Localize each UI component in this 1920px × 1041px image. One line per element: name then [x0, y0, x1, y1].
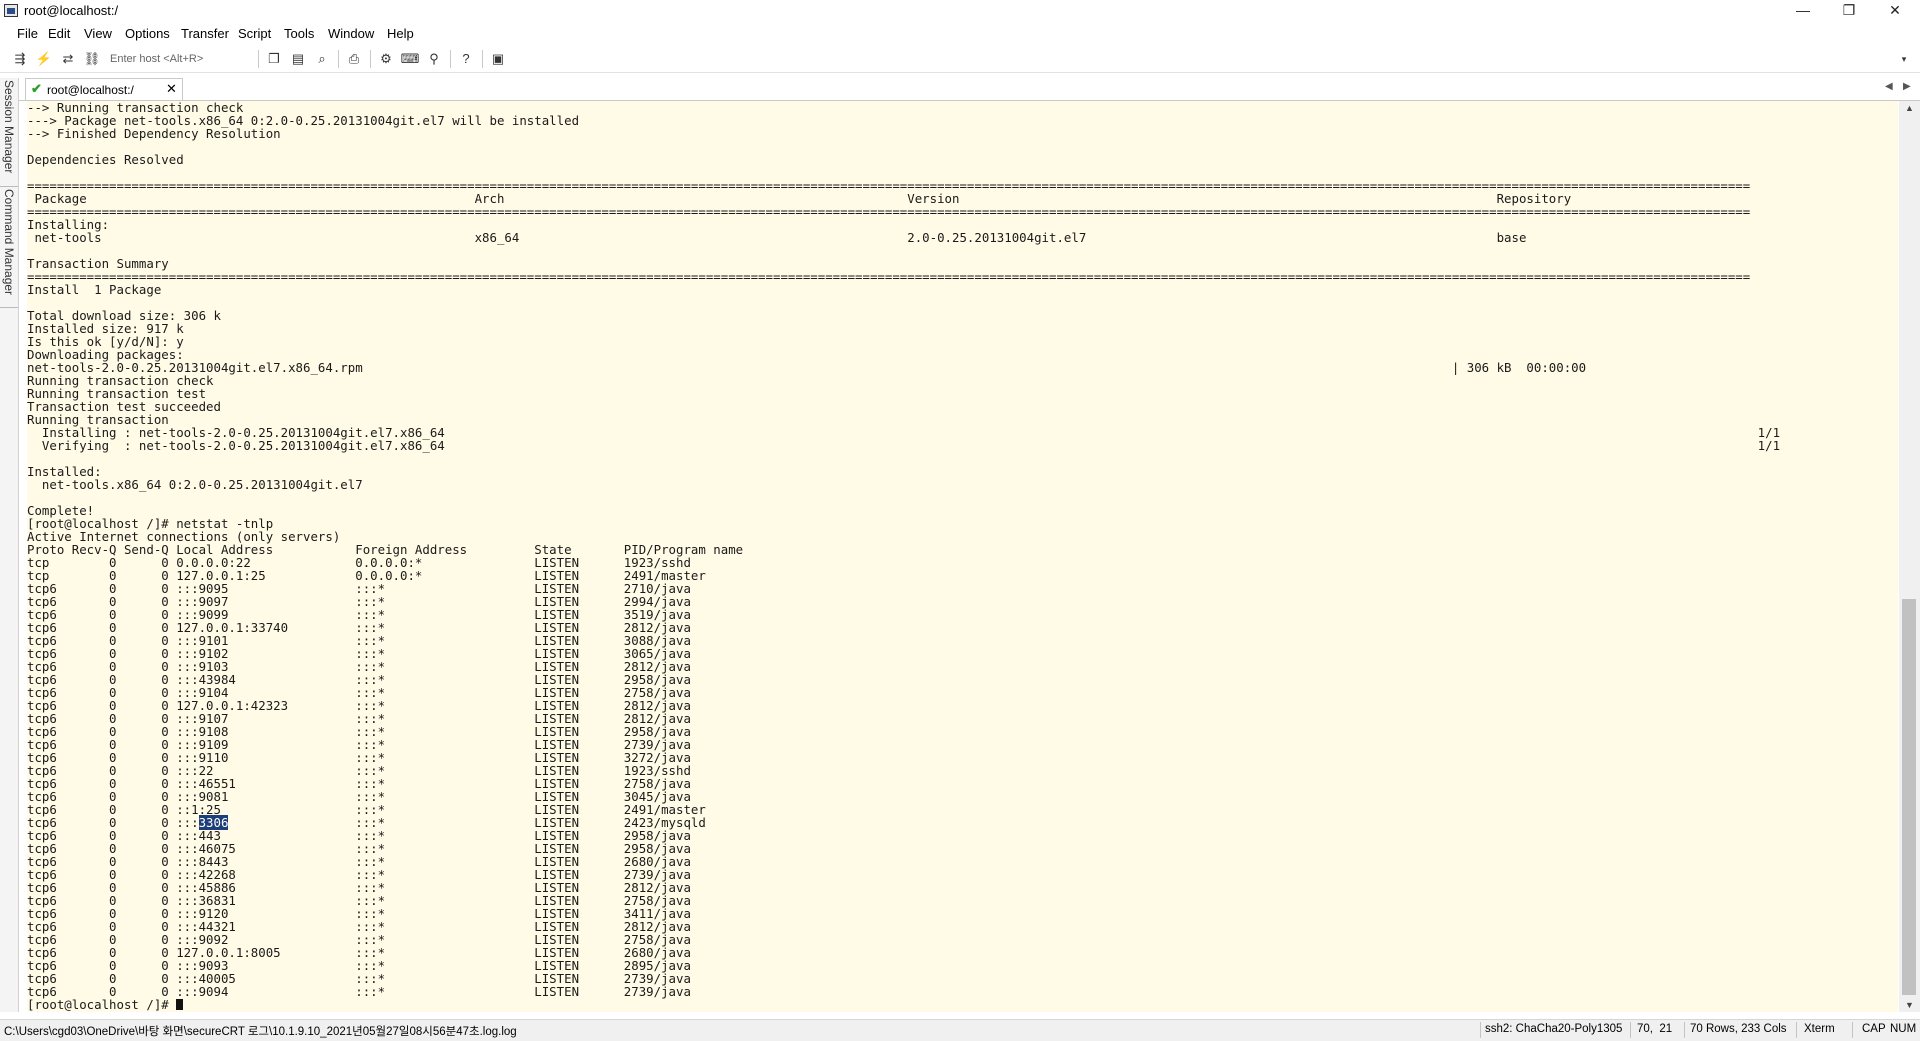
- menu-window[interactable]: Window: [328, 26, 374, 41]
- keymap-icon[interactable]: ⌨: [400, 49, 420, 69]
- status-separator: [1796, 1022, 1797, 1038]
- terminal-cursor: [176, 999, 184, 1010]
- reconnect-icon[interactable]: ⇄: [58, 49, 78, 69]
- terminal-line: tcp6 0 0 :::9094 :::* LISTEN 2739/java: [27, 984, 691, 999]
- terminal-scrollbar[interactable]: ▲ ▼: [1899, 101, 1920, 1012]
- help-icon[interactable]: ?: [456, 49, 476, 69]
- terminal-output: --> Running transaction check ---> Packag…: [27, 101, 1898, 1011]
- toolbar-separator: [482, 50, 483, 68]
- terminal-line: Dependencies Resolved: [27, 152, 184, 167]
- close-button[interactable]: ✕: [1872, 0, 1918, 22]
- terminal-line: Is this ok [y/d/N]: y: [27, 334, 184, 349]
- scroll-up-icon[interactable]: ▲: [1899, 101, 1920, 115]
- command-manager-label: Command Manager: [2, 189, 16, 296]
- session-tab[interactable]: ✔ root@localhost:/ ✕: [25, 78, 183, 100]
- toolbar-separator: [450, 50, 451, 68]
- quick-connect-icon[interactable]: ⚡: [34, 49, 54, 69]
- connect-icon[interactable]: ⇶: [10, 49, 30, 69]
- side-panel: Session Manager Command Manager: [0, 78, 19, 1012]
- scroll-down-icon[interactable]: ▼: [1899, 998, 1920, 1012]
- menu-transfer[interactable]: Transfer: [181, 26, 229, 41]
- tab-scroll-left-icon[interactable]: ◀: [1885, 81, 1893, 92]
- num-indicator: NUM: [1890, 1023, 1917, 1035]
- toolbar-separator: [258, 50, 259, 68]
- terminal-line: net-tools-2.0-0.25.20131004git.el7.x86_6…: [27, 360, 1587, 375]
- paste-icon[interactable]: ▤: [288, 49, 308, 69]
- terminal-text: [root@localhost /]#: [27, 997, 177, 1012]
- terminal-line: Complete!: [27, 503, 95, 518]
- cipher-status: ssh2: ChaCha20-Poly1305: [1485, 1023, 1623, 1035]
- log-path: C:\Users\cgd03\OneDrive\바탕 화면\secureCRT …: [4, 1026, 517, 1038]
- status-separator: [1852, 1022, 1853, 1038]
- terminal-line: [root@localhost /]#: [27, 998, 1898, 1011]
- connected-check-icon: ✔: [31, 81, 42, 96]
- terminal-line: net-tools x86_64 2.0-0.25.20131004git.el…: [27, 230, 1898, 245]
- find-icon[interactable]: ⌕: [312, 49, 332, 69]
- terminal-line: ========================================…: [27, 269, 1751, 284]
- cursor-position: 70, 21: [1637, 1023, 1673, 1035]
- session-manager-label: Session Manager: [2, 80, 16, 174]
- tab-close-icon[interactable]: ✕: [166, 81, 177, 97]
- terminal-line: Install 1 Package: [27, 282, 162, 297]
- tab-scroll-right-icon[interactable]: ▶: [1903, 81, 1911, 92]
- terminal-line: net-tools.x86_64 0:2.0-0.25.20131004git.…: [27, 477, 363, 492]
- status-separator: [1630, 1022, 1631, 1038]
- terminal-screen[interactable]: --> Running transaction check ---> Packag…: [27, 101, 1898, 1012]
- session-tab-label: root@localhost:/: [47, 83, 134, 97]
- settings-icon[interactable]: ⚙: [376, 49, 396, 69]
- session-manager-tab[interactable]: Session Manager: [0, 78, 18, 187]
- screen-icon[interactable]: ▣: [488, 49, 508, 69]
- status-bar: C:\Users\cgd03\OneDrive\바탕 화면\secureCRT …: [0, 1019, 1920, 1041]
- minimize-button[interactable]: —: [1780, 0, 1826, 22]
- terminal-line: Transaction test succeeded: [27, 399, 221, 414]
- menu-file[interactable]: File: [17, 26, 38, 41]
- securecrt-app-icon: [4, 4, 18, 17]
- print-icon[interactable]: ⎙: [344, 49, 364, 69]
- host-input[interactable]: [108, 50, 258, 68]
- disconnect-icon[interactable]: ⛓: [82, 49, 102, 69]
- terminal-line: Running transaction test: [27, 386, 207, 401]
- caps-indicator: CAP: [1862, 1023, 1886, 1035]
- menu-view[interactable]: View: [84, 26, 112, 41]
- session-tab-strip: ✔ root@localhost:/ ✕ ◀ ▶: [19, 78, 1920, 101]
- emulation-mode: Xterm: [1804, 1023, 1835, 1035]
- toolbar: ⇶ ⚡ ⇄ ⛓ ❐ ▤ ⌕ ⎙ ⚙ ⌨ ⚲ ? ▣ ▾: [0, 46, 1920, 73]
- restore-button[interactable]: ❐: [1826, 0, 1872, 22]
- menu-bar: File Edit View Options Transfer Script T…: [0, 22, 1920, 44]
- window-title: root@localhost:/: [24, 3, 119, 18]
- terminal-line: Running transaction check: [27, 373, 214, 388]
- status-separator: [1684, 1022, 1685, 1038]
- terminal-line: Installed size: 917 k: [27, 321, 184, 336]
- copy-icon[interactable]: ❐: [264, 49, 284, 69]
- sftp-icon[interactable]: ⚲: [424, 49, 444, 69]
- menu-script[interactable]: Script: [238, 26, 271, 41]
- status-separator: [1480, 1022, 1481, 1038]
- terminal-size: 70 Rows, 233 Cols: [1690, 1023, 1787, 1035]
- command-manager-tab[interactable]: Command Manager: [0, 187, 18, 308]
- terminal-line: Total download size: 306 k: [27, 308, 221, 323]
- toolbar-overflow-icon[interactable]: ▾: [1894, 49, 1914, 69]
- menu-options[interactable]: Options: [125, 26, 170, 41]
- terminal-line: --> Finished Dependency Resolution: [27, 126, 281, 141]
- toolbar-separator: [370, 50, 371, 68]
- menu-help[interactable]: Help: [387, 26, 414, 41]
- title-bar: root@localhost:/ — ❐ ✕: [0, 0, 1920, 22]
- toolbar-separator: [338, 50, 339, 68]
- menu-tools[interactable]: Tools: [284, 26, 314, 41]
- scrollbar-thumb[interactable]: [1902, 599, 1916, 995]
- terminal-line: ========================================…: [27, 204, 1751, 219]
- menu-edit[interactable]: Edit: [48, 26, 70, 41]
- terminal-line: Verifying : net-tools-2.0-0.25.20131004g…: [27, 438, 1781, 453]
- terminal-line: ---> Package net-tools.x86_64 0:2.0-0.25…: [27, 113, 580, 128]
